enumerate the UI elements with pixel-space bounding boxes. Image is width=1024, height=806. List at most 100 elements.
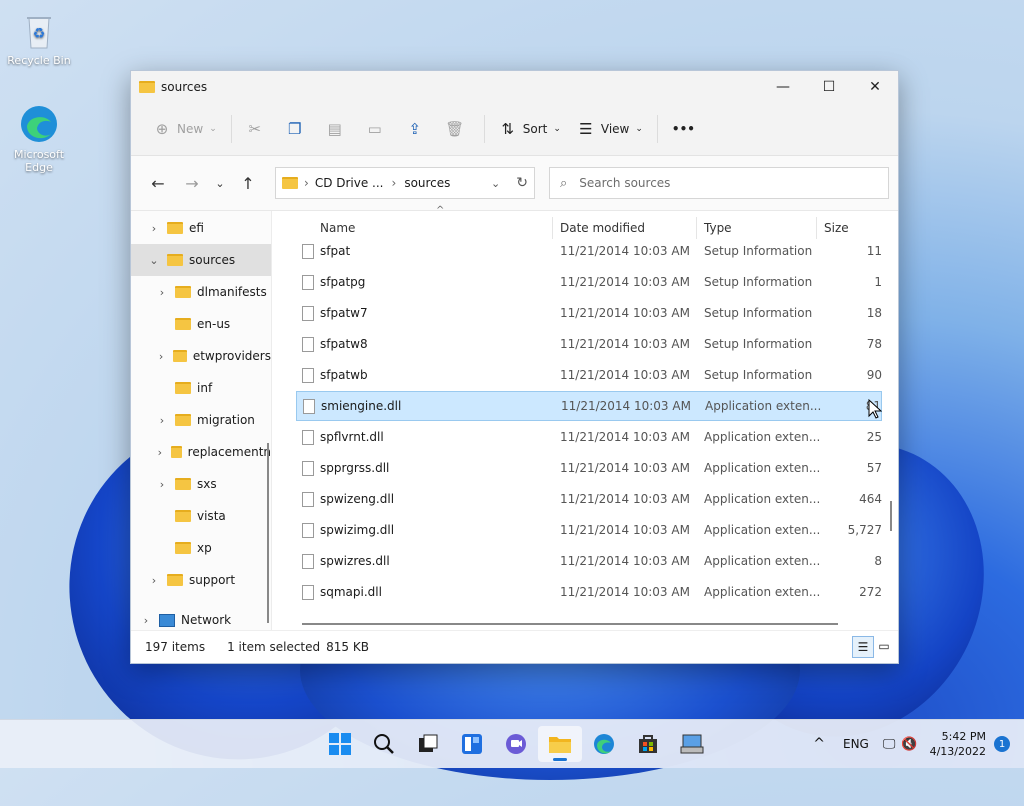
chevron-right-icon[interactable]: › [147,222,161,235]
file-row[interactable]: sfpatw8 11/21/2014 10:03 AM Setup Informat… [296,329,882,359]
refresh-icon[interactable]: ↻ [516,175,528,191]
start-button[interactable] [318,726,362,762]
scrollbar-thumb[interactable] [890,501,892,531]
breadcrumb-segment[interactable]: sources [404,176,450,190]
task-view-button[interactable] [406,726,450,762]
up-button[interactable]: ↑ [231,167,265,199]
column-header-type[interactable]: Type [704,221,732,235]
search-box[interactable]: ⌕ Search sources [549,167,889,199]
file-row[interactable]: spprgrss.dll 11/21/2014 10:03 AM Applicati… [296,453,882,483]
selection-info: 1 item selected [227,640,321,654]
new-button[interactable]: ⊕ New ⌄ [145,113,225,145]
file-size: 8 [874,554,882,568]
file-name: sfpatpg [320,275,366,289]
file-row[interactable]: sqmapi.dll 11/21/2014 10:03 AM Application… [296,577,882,607]
folder-icon [175,542,191,554]
column-header-name[interactable]: Name [320,221,355,235]
file-row[interactable]: sfpatw7 11/21/2014 10:03 AM Setup Informat… [296,298,882,328]
nav-item[interactable]: › efi [131,212,271,244]
paste-button[interactable]: ▤ [318,113,358,145]
chevron-right-icon[interactable]: › [139,614,153,627]
dll-file-icon [302,584,314,600]
recent-locations-button[interactable]: ⌄ [209,167,231,199]
close-button[interactable]: ✕ [852,71,898,103]
nav-item[interactable]: › support [131,564,271,596]
sort-button[interactable]: ⇅ Sort ⌄ [491,113,569,145]
nav-item[interactable]: › replacementn [131,436,271,468]
network-icon[interactable]: 🖵 [883,737,896,752]
file-row[interactable]: spflvrnt.dll 11/21/2014 10:03 AM Applicati… [296,422,882,452]
chevron-right-icon[interactable]: › [155,350,167,363]
widgets-icon [462,734,482,754]
nav-item[interactable]: xp [131,532,271,564]
widgets-button[interactable] [450,726,494,762]
nav-item[interactable]: › sxs [131,468,271,500]
more-options-button[interactable]: ••• [664,113,703,145]
search-button[interactable] [362,726,406,762]
address-bar[interactable]: › CD Drive ... › sources ⌄ ↻ [275,167,535,199]
view-button[interactable]: ☰ View ⌄ [569,113,651,145]
notification-badge[interactable]: 1 [994,736,1010,752]
desktop-icon-edge[interactable]: Microsoft Edge [3,104,75,174]
share-button[interactable]: ⇪ [398,113,438,145]
chevron-down-icon[interactable]: ⌄ [147,254,161,267]
maximize-button[interactable]: ☐ [806,71,852,103]
nav-item[interactable]: en-us [131,308,271,340]
chevron-down-icon: ⌄ [215,176,225,190]
horizontal-scrollbar[interactable] [302,623,838,625]
forward-button[interactable]: → [175,167,209,199]
nav-item[interactable]: › etwproviders [131,340,271,372]
file-row[interactable]: spwizres.dll 11/21/2014 10:03 AM Applicati… [296,546,882,576]
column-header-size[interactable]: Size [824,221,849,235]
copy-button[interactable]: ❐ [278,113,318,145]
chevron-right-icon[interactable]: › [155,414,169,427]
file-row[interactable]: spwizimg.dll 11/21/2014 10:03 AM Applicati… [296,515,882,545]
tiles-view-button[interactable]: ▭ [874,636,894,656]
chat-button[interactable] [494,726,538,762]
nav-scrollbar[interactable] [263,211,271,631]
search-icon: ⌕ [560,175,568,191]
setup-taskbar-button[interactable] [670,726,714,762]
nav-item[interactable]: inf [131,372,271,404]
breadcrumb-segment[interactable]: CD Drive ... [315,176,384,190]
dll-file-icon [302,460,314,476]
file-row[interactable]: spwizeng.dll 11/21/2014 10:03 AM Applicati… [296,484,882,514]
plus-circle-icon: ⊕ [155,120,169,138]
back-button[interactable]: ← [141,167,175,199]
chevron-right-icon[interactable]: › [155,286,169,299]
chevron-right-icon[interactable]: › [147,574,161,587]
desktop-icon-recycle-bin[interactable]: ♻ Recycle Bin [3,10,75,67]
file-row[interactable]: sfpat 11/21/2014 10:03 AM Setup Informatio… [296,236,882,266]
scrollbar-thumb[interactable] [267,443,269,623]
cut-button[interactable]: ✂ [238,113,278,145]
file-date: 11/21/2014 10:03 AM [560,523,690,537]
nav-item[interactable]: › migration [131,404,271,436]
language-indicator[interactable]: ENG [843,737,869,751]
details-view-button[interactable]: ☰ [852,636,874,658]
chevron-right-icon[interactable]: › [155,446,165,459]
chevron-up-icon[interactable]: ^ [813,736,825,752]
chevron-right-icon[interactable]: › [155,478,169,491]
edge-taskbar-button[interactable] [582,726,626,762]
vertical-scrollbar[interactable] [888,211,894,631]
nav-item-label: xp [197,541,212,555]
rename-button[interactable]: ▭ [358,113,398,145]
file-size: 57 [866,461,882,475]
clock[interactable]: 5:42 PM 4/13/2022 [930,729,986,759]
nav-item[interactable]: › dlmanifests [131,276,271,308]
volume-muted-icon[interactable]: 🔇 [901,737,917,752]
file-explorer-taskbar-button[interactable] [538,726,582,762]
chevron-down-icon[interactable]: ⌄ [491,177,500,190]
nav-item[interactable]: vista [131,500,271,532]
column-header-date[interactable]: Date modified [560,221,645,235]
store-taskbar-button[interactable] [626,726,670,762]
file-row[interactable]: sfpatpg 11/21/2014 10:03 AM Setup Informat… [296,267,882,297]
file-row[interactable]: smiengine.dll 11/21/2014 10:03 AM Applicat… [296,391,882,421]
nav-item[interactable]: ⌄ sources [131,244,271,276]
file-row[interactable]: sfpatwb 11/21/2014 10:03 AM Setup Informat… [296,360,882,390]
delete-button[interactable]: 🗑 [438,113,478,145]
minimize-button[interactable]: — [760,71,806,103]
taskbar: ^ ENG 🖵 🔇 5:42 PM 4/13/2022 1 [0,719,1024,768]
title-bar[interactable]: sources — ☐ ✕ [131,71,898,103]
file-type: Setup Information [704,244,813,258]
